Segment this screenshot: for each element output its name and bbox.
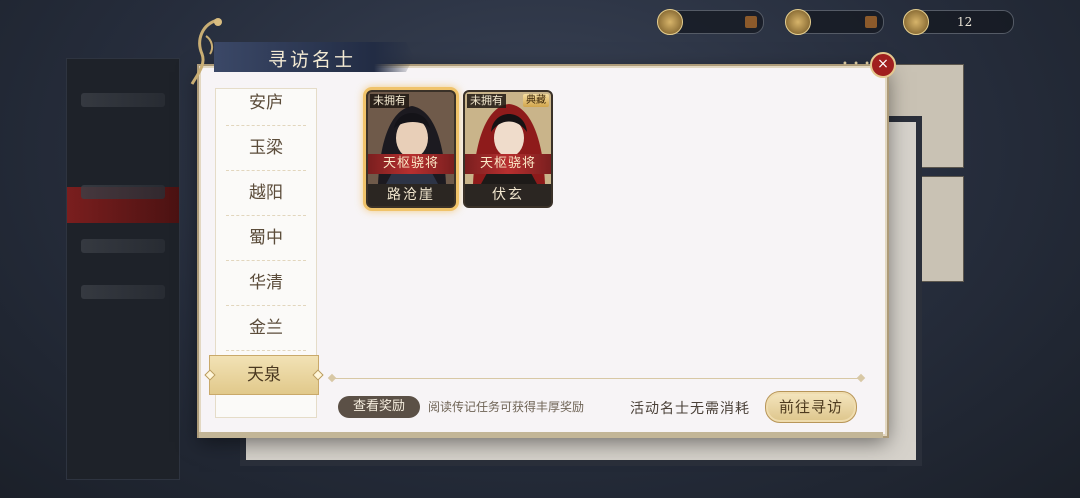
collection-badge: 典藏 bbox=[523, 94, 549, 107]
resource-counter bbox=[657, 9, 764, 35]
character-card[interactable]: 未拥有 天枢骁将 路沧崖 bbox=[366, 90, 456, 208]
background-menu-row bbox=[81, 285, 165, 299]
dialog-title: 寻访名士 bbox=[268, 49, 357, 71]
character-name: 路沧崖 bbox=[368, 184, 454, 206]
region-label: 天泉 bbox=[247, 365, 281, 385]
region-label: 华清 bbox=[249, 273, 283, 293]
region-label: 安庐 bbox=[249, 93, 283, 113]
background-menu-row bbox=[81, 185, 165, 199]
region-item[interactable]: 安庐 bbox=[216, 89, 316, 126]
scroll-icon bbox=[903, 9, 929, 35]
add-resource-button[interactable] bbox=[745, 16, 757, 28]
region-label: 玉梁 bbox=[249, 138, 283, 158]
add-resource-button[interactable] bbox=[865, 16, 877, 28]
region-item[interactable]: 蜀中 bbox=[216, 216, 316, 261]
resource-counter: 12 bbox=[903, 9, 1014, 35]
feather-icon bbox=[785, 9, 811, 35]
region-label: 越阳 bbox=[249, 183, 283, 203]
footer-divider bbox=[332, 378, 862, 379]
go-visit-button[interactable]: 前往寻访 bbox=[765, 391, 857, 423]
rank-tag: 天枢骁将 bbox=[368, 154, 454, 174]
not-owned-tag: 未拥有 bbox=[370, 94, 409, 108]
region-item[interactable]: 越阳 bbox=[216, 171, 316, 216]
region-item[interactable]: 华清 bbox=[216, 261, 316, 306]
reward-hint: 阅读传记任务可获得丰厚奖励 bbox=[428, 400, 585, 414]
top-bar: 12 bbox=[0, 0, 1080, 40]
coin-icon bbox=[657, 9, 683, 35]
region-item[interactable]: 金兰 bbox=[216, 306, 316, 351]
character-name: 伏玄 bbox=[465, 184, 551, 206]
background-side-menu bbox=[66, 58, 180, 480]
region-item[interactable]: 玉梁 bbox=[216, 126, 316, 171]
region-label: 蜀中 bbox=[249, 228, 283, 248]
background-menu-row bbox=[81, 93, 165, 107]
background-menu-row bbox=[81, 239, 165, 253]
dialog-bottom-edge bbox=[199, 432, 883, 438]
rank-tag: 天枢骁将 bbox=[465, 154, 551, 174]
resource-counter bbox=[785, 9, 884, 35]
not-owned-tag: 未拥有 bbox=[467, 94, 506, 108]
region-label: 金兰 bbox=[249, 318, 283, 338]
character-card[interactable]: 未拥有 典藏 天枢骁将 伏玄 bbox=[463, 90, 553, 208]
cost-notice: 活动名士无需消耗 bbox=[630, 401, 750, 417]
close-button[interactable]: × bbox=[870, 52, 896, 78]
view-rewards-button[interactable]: 查看奖励 bbox=[338, 396, 420, 418]
region-item-active[interactable]: 天泉 bbox=[204, 355, 324, 395]
resource-value: 12 bbox=[957, 15, 973, 29]
